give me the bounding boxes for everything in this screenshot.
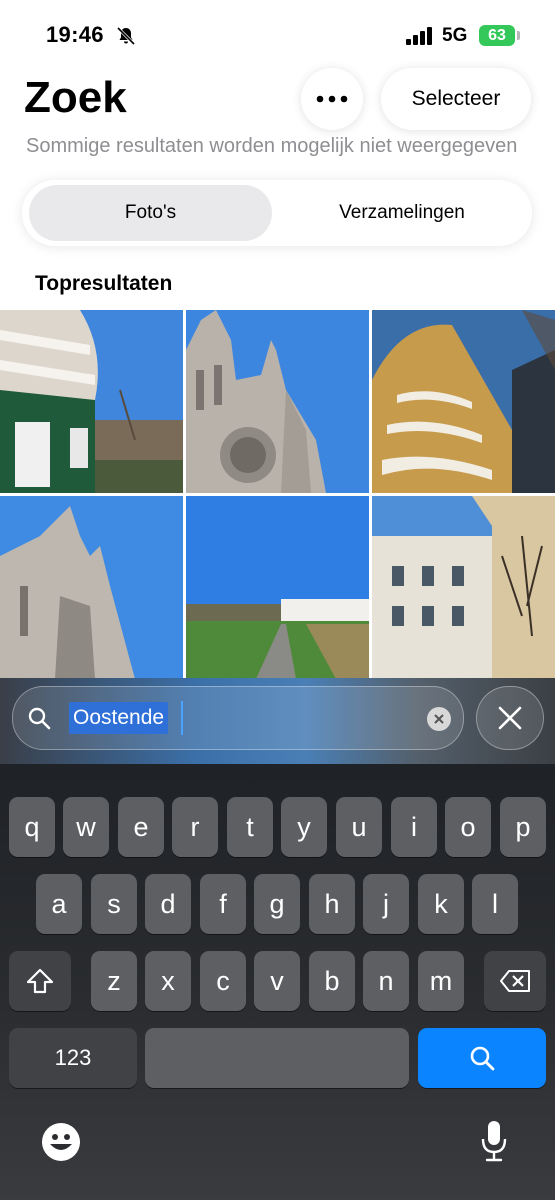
status-time: 19:46 (46, 22, 104, 47)
key-s[interactable]: s (91, 874, 137, 934)
cellular-signal-icon (406, 27, 432, 45)
key-w[interactable]: w (63, 797, 109, 857)
close-icon (498, 706, 522, 730)
key-d[interactable]: d (145, 874, 191, 934)
ellipsis-icon (316, 95, 348, 103)
key-m[interactable]: m (418, 951, 464, 1011)
results-notice: Sommige resultaten worden mogelijk niet … (26, 135, 518, 157)
photo-gothic-church[interactable] (186, 310, 369, 493)
key-i[interactable]: i (391, 797, 437, 857)
backspace-icon (500, 970, 530, 992)
photo-round-apartment-building[interactable] (372, 310, 555, 493)
key-y[interactable]: y (281, 797, 327, 857)
key-q[interactable]: q (9, 797, 55, 857)
key-x[interactable]: x (145, 951, 191, 1011)
key-f[interactable]: f (200, 874, 246, 934)
silent-bell-icon (116, 26, 136, 46)
shift-icon (26, 968, 54, 994)
battery-level: 63 (479, 25, 515, 46)
key-z[interactable]: z (91, 951, 137, 1011)
magnifier-icon (28, 707, 51, 730)
status-bar: 19:46 5G 63 (0, 0, 555, 70)
more-button[interactable] (301, 68, 363, 130)
delete-key[interactable] (484, 951, 546, 1011)
key-h[interactable]: h (309, 874, 355, 934)
clear-icon (434, 714, 444, 724)
cancel-search-button[interactable] (476, 686, 544, 750)
text-caret (181, 701, 183, 735)
key-a[interactable]: a (36, 874, 82, 934)
key-j[interactable]: j (363, 874, 409, 934)
key-e[interactable]: e (118, 797, 164, 857)
tab-photos[interactable]: Foto's (29, 185, 272, 241)
key-g[interactable]: g (254, 874, 300, 934)
key-l[interactable]: l (472, 874, 518, 934)
segmented-control: Foto's Verzamelingen (22, 180, 532, 246)
photo-building-balconies[interactable] (0, 310, 183, 493)
photo-path-field[interactable] (186, 496, 369, 679)
keyboard: q w e r t y u i o p a s d f g h j k l z … (0, 764, 555, 1200)
clear-search-button[interactable] (427, 707, 451, 731)
key-v[interactable]: v (254, 951, 300, 1011)
photo-church-towers[interactable] (0, 496, 183, 679)
key-k[interactable]: k (418, 874, 464, 934)
key-t[interactable]: t (227, 797, 273, 857)
microphone-icon[interactable] (480, 1119, 508, 1163)
photo-grid (0, 310, 555, 685)
search-key-icon (470, 1046, 495, 1071)
key-b[interactable]: b (309, 951, 355, 1011)
select-button[interactable]: Selecteer (381, 68, 531, 130)
shift-key[interactable] (9, 951, 71, 1011)
emoji-icon[interactable] (41, 1122, 81, 1162)
space-key[interactable] (145, 1028, 409, 1088)
section-title: Topresultaten (35, 272, 173, 295)
key-p[interactable]: p (500, 797, 546, 857)
photo-white-building-tree[interactable] (372, 496, 555, 679)
search-query[interactable]: Oostende (69, 702, 169, 734)
tab-collections[interactable]: Verzamelingen (277, 185, 527, 241)
key-u[interactable]: u (336, 797, 382, 857)
network-type: 5G (442, 25, 468, 46)
key-n[interactable]: n (363, 951, 409, 1011)
key-c[interactable]: c (200, 951, 246, 1011)
key-o[interactable]: o (445, 797, 491, 857)
page-title: Zoek (24, 73, 127, 122)
key-r[interactable]: r (172, 797, 218, 857)
battery-tip (517, 31, 520, 40)
numbers-key[interactable]: 123 (9, 1028, 137, 1088)
search-bar: Oostende (0, 678, 555, 768)
search-input[interactable]: Oostende (12, 686, 464, 750)
search-key[interactable] (418, 1028, 546, 1088)
